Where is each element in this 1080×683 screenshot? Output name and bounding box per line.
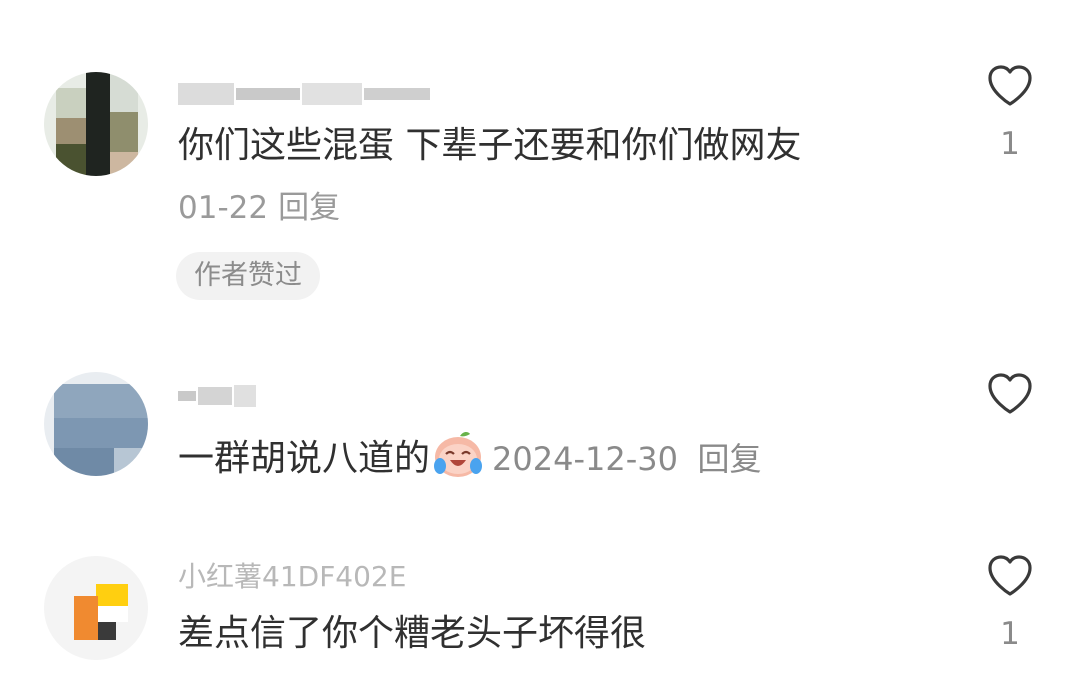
comment-date: 2024-12-30 xyxy=(492,440,678,478)
like-count: 1 xyxy=(1000,616,1020,652)
reply-button[interactable]: 回复 xyxy=(278,190,340,226)
like-count: 1 xyxy=(1000,126,1020,162)
comment-text: 一群胡说八道的 2024-12-30 回复 xyxy=(178,428,761,483)
like-button[interactable]: 1 xyxy=(980,554,1040,652)
heart-outline-icon xyxy=(988,555,1032,596)
comment-text-content: 一群胡说八道的 xyxy=(178,438,431,479)
reply-button[interactable]: 回复 xyxy=(697,440,761,478)
username[interactable] xyxy=(178,76,432,110)
comment-text: 差点信了你个糟老头子坏得很 xyxy=(178,613,647,654)
comment-date: 01-22 xyxy=(178,190,269,226)
heart-outline-icon xyxy=(988,65,1032,106)
like-button[interactable]: 1 xyxy=(980,64,1040,162)
avatar[interactable] xyxy=(44,372,148,476)
avatar[interactable] xyxy=(44,72,148,176)
username[interactable]: 小红薯41DF402E xyxy=(178,560,406,594)
username[interactable] xyxy=(178,378,258,412)
laughing-crying-emoji-icon xyxy=(432,428,484,480)
like-button[interactable] xyxy=(980,372,1040,434)
avatar[interactable] xyxy=(44,556,148,660)
comment-meta: 01-22 回复 xyxy=(178,188,350,228)
heart-outline-icon xyxy=(988,373,1032,414)
comment-text: 你们这些混蛋 下辈子还要和你们做网友 xyxy=(178,125,802,166)
author-liked-badge: 作者赞过 xyxy=(176,252,320,300)
